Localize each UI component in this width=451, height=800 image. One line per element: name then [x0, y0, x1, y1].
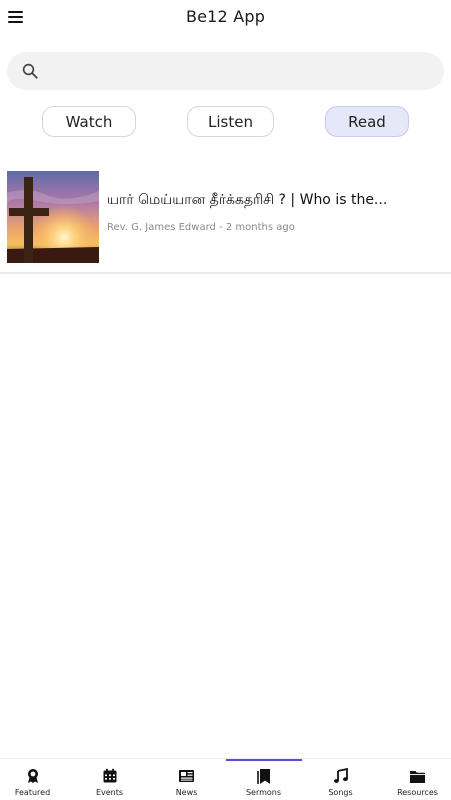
- app-title: Be12 App: [185, 7, 266, 26]
- nav-sermons-label: Sermons: [245, 788, 282, 797]
- nav-news[interactable]: News: [149, 759, 224, 800]
- app-screen: Be12 App Watch Listen Read யார் மெய்யான …: [0, 0, 451, 800]
- nav-songs[interactable]: Songs: [303, 759, 378, 800]
- bookmarks-icon: [255, 767, 273, 785]
- listen-filter-button[interactable]: Listen: [187, 106, 274, 137]
- bottom-navigation: Featured Events News Sermons Songs Resou…: [0, 758, 451, 800]
- cross-sunset-image: [7, 171, 99, 263]
- sermon-title: யார் மெய்யான தீர்க்கதரிசி ? | Who is the…: [107, 192, 388, 208]
- nav-news-label: News: [175, 788, 198, 797]
- award-ribbon-icon: [24, 767, 42, 785]
- watch-filter-button[interactable]: Watch: [42, 106, 136, 137]
- app-header: Be12 App: [0, 0, 451, 36]
- search-input[interactable]: [51, 52, 431, 90]
- sermon-thumbnail: [7, 171, 99, 263]
- music-note-icon: [332, 767, 350, 785]
- nav-featured[interactable]: Featured: [0, 759, 70, 800]
- nav-events[interactable]: Events: [72, 759, 147, 800]
- nav-resources[interactable]: Resources: [380, 759, 451, 800]
- nav-songs-label: Songs: [328, 788, 353, 797]
- sermon-meta: Rev. G. James Edward - 2 months ago: [107, 222, 295, 233]
- nav-featured-label: Featured: [14, 788, 51, 797]
- newspaper-icon: [178, 767, 196, 785]
- read-filter-button[interactable]: Read: [325, 106, 409, 137]
- nav-events-label: Events: [95, 788, 124, 797]
- search-bar[interactable]: [7, 52, 444, 90]
- nav-sermons[interactable]: Sermons: [226, 759, 301, 800]
- nav-resources-label: Resources: [397, 788, 438, 797]
- calendar-icon: [101, 767, 119, 785]
- search-icon: [22, 63, 38, 79]
- folder-icon: [409, 767, 427, 785]
- sermon-list-item[interactable]: யார் மெய்யான தீர்க்கதரிசி ? | Who is the…: [0, 162, 451, 274]
